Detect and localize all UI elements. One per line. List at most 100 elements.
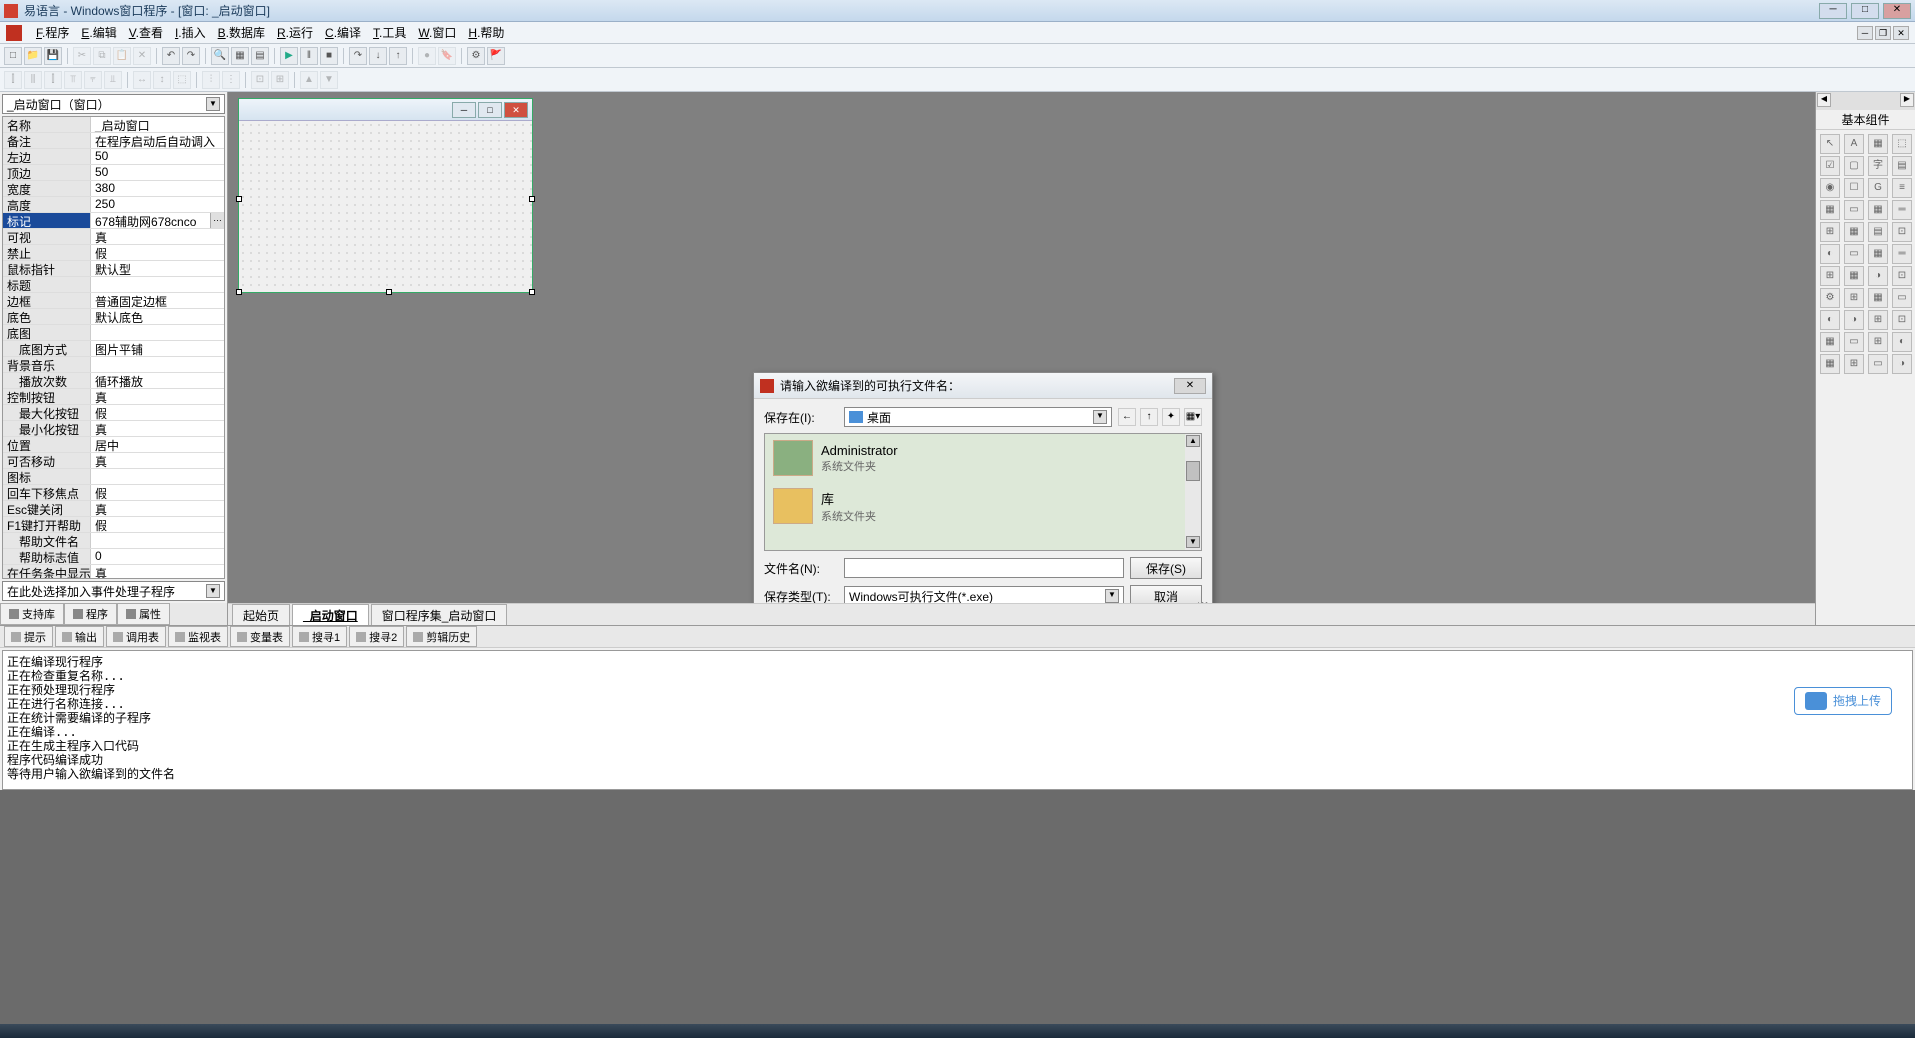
component-icon[interactable]: ◉ — [1820, 178, 1840, 198]
same-size-icon[interactable]: ⬚ — [173, 71, 191, 89]
minimize-button[interactable]: ─ — [1819, 3, 1847, 19]
resize-handle-se[interactable] — [529, 289, 535, 295]
component-icon[interactable]: ⊡ — [1892, 310, 1912, 330]
paste-icon[interactable]: 📋 — [113, 47, 131, 65]
align-bottom-icon[interactable]: ⫫ — [104, 71, 122, 89]
resize-handle-sw[interactable] — [236, 289, 242, 295]
property-value[interactable]: 居中 — [91, 437, 224, 452]
menu-item[interactable]: B.数据库 — [212, 22, 271, 43]
property-row[interactable]: 名称_启动窗口 — [3, 117, 224, 133]
compile-icon[interactable]: ⚙ — [467, 47, 485, 65]
back-button[interactable]: ← — [1118, 408, 1136, 426]
property-value[interactable]: 50 — [91, 149, 224, 164]
cut-icon[interactable]: ✂ — [73, 47, 91, 65]
output-tab[interactable]: 输出 — [55, 626, 104, 647]
property-row[interactable]: 标题 — [3, 277, 224, 293]
property-value[interactable]: 默认型 — [91, 261, 224, 276]
component-icon[interactable]: ▭ — [1892, 288, 1912, 308]
component-icon[interactable]: ⊞ — [1820, 222, 1840, 242]
form-body[interactable] — [239, 121, 532, 292]
menu-item[interactable]: V.查看 — [123, 22, 169, 43]
component-icon[interactable]: ═ — [1892, 244, 1912, 264]
property-value[interactable]: 假 — [91, 517, 224, 532]
component-icon[interactable]: ◐ — [1892, 332, 1912, 352]
design-form[interactable]: ─ □ ✕ — [238, 98, 533, 293]
center-v-icon[interactable]: ⊞ — [271, 71, 289, 89]
component-icon[interactable]: ▭ — [1844, 244, 1864, 264]
align-left-icon[interactable]: ⫿ — [4, 71, 22, 89]
align-center-icon[interactable]: ⫼ — [24, 71, 42, 89]
property-row[interactable]: 边框普通固定边框 — [3, 293, 224, 309]
component-icon[interactable]: ▦ — [1820, 332, 1840, 352]
scroll-thumb[interactable] — [1186, 461, 1200, 481]
filename-input[interactable] — [844, 558, 1124, 578]
align-right-icon[interactable]: ⫿ — [44, 71, 62, 89]
component-icon[interactable]: G — [1868, 178, 1888, 198]
property-row[interactable]: 底色默认底色 — [3, 309, 224, 325]
scrollbar[interactable]: ▲ ▼ — [1185, 434, 1201, 550]
menu-item[interactable]: R.运行 — [271, 22, 319, 43]
property-value[interactable]: 在程序启动后自动调入 — [91, 133, 224, 148]
component-icon[interactable]: ▦ — [1868, 244, 1888, 264]
property-row[interactable]: 控制按钮真 — [3, 389, 224, 405]
component-icon[interactable]: ▭ — [1868, 354, 1888, 374]
component-icon[interactable]: ▢ — [1844, 156, 1864, 176]
component-icon[interactable]: ═ — [1892, 200, 1912, 220]
scroll-left-icon[interactable]: ◀ — [1817, 93, 1831, 107]
property-row[interactable]: F1键打开帮助假 — [3, 517, 224, 533]
component-icon[interactable]: ◑ — [1892, 354, 1912, 374]
property-value[interactable]: 真 — [91, 229, 224, 244]
property-row[interactable]: 左边50 — [3, 149, 224, 165]
component-icon[interactable]: ⊞ — [1844, 354, 1864, 374]
redo-icon[interactable]: ↷ — [182, 47, 200, 65]
property-row[interactable]: 鼠标指针默认型 — [3, 261, 224, 277]
property-row[interactable]: 回车下移焦点假 — [3, 485, 224, 501]
property-value[interactable]: 假 — [91, 405, 224, 420]
component-icon[interactable]: ▤ — [1868, 222, 1888, 242]
component-icon[interactable]: ▦ — [1844, 266, 1864, 286]
menu-item[interactable]: E.编辑 — [75, 22, 122, 43]
property-value[interactable]: 循环播放 — [91, 373, 224, 388]
output-tab[interactable]: 搜寻1 — [292, 626, 347, 647]
property-value[interactable]: 真 — [91, 389, 224, 404]
file-item[interactable]: 库系统文件夹 — [765, 482, 1201, 530]
component-icon[interactable]: ⊡ — [1892, 266, 1912, 286]
up-folder-button[interactable]: ↑ — [1140, 408, 1158, 426]
component-icon[interactable]: ▭ — [1844, 200, 1864, 220]
property-grid[interactable]: 名称_启动窗口备注在程序启动后自动调入左边50顶边50宽度380高度250标记6… — [2, 116, 225, 579]
left-tab[interactable]: 属性 — [117, 603, 170, 625]
run-icon[interactable]: ▶ — [280, 47, 298, 65]
center-h-icon[interactable]: ⊡ — [251, 71, 269, 89]
new-folder-button[interactable]: ✦ — [1162, 408, 1180, 426]
step-into-icon[interactable]: ↓ — [369, 47, 387, 65]
property-value[interactable]: 普通固定边框 — [91, 293, 224, 308]
dialog-close-button[interactable]: ✕ — [1174, 378, 1206, 394]
output-tab[interactable]: 调用表 — [106, 626, 166, 647]
tool2-icon[interactable]: ▤ — [251, 47, 269, 65]
resize-handle-s[interactable] — [386, 289, 392, 295]
copy-icon[interactable]: ⧉ — [93, 47, 111, 65]
output-tab[interactable]: 搜寻2 — [349, 626, 404, 647]
resize-handle-e[interactable] — [529, 196, 535, 202]
property-value[interactable] — [91, 533, 224, 548]
property-row[interactable]: 图标 — [3, 469, 224, 485]
component-icon[interactable]: ◑ — [1868, 266, 1888, 286]
component-icon[interactable]: ▤ — [1892, 156, 1912, 176]
component-icon[interactable]: ⬚ — [1892, 134, 1912, 154]
output-tab[interactable]: 监视表 — [168, 626, 228, 647]
tool1-icon[interactable]: ▦ — [231, 47, 249, 65]
align-middle-icon[interactable]: ⫧ — [84, 71, 102, 89]
editor-tab[interactable]: 起始页 — [232, 604, 290, 625]
property-row[interactable]: 最小化按钮真 — [3, 421, 224, 437]
ellipsis-button[interactable]: … — [210, 213, 224, 228]
step-out-icon[interactable]: ↑ — [389, 47, 407, 65]
design-canvas[interactable]: ─ □ ✕ 请输入欲编译到的可执行文件名： ✕ 保存在(I): — [228, 92, 1815, 625]
open-icon[interactable]: 📁 — [24, 47, 42, 65]
save-icon[interactable]: 💾 — [44, 47, 62, 65]
property-row[interactable]: 帮助文件名 — [3, 533, 224, 549]
property-value[interactable]: 真 — [91, 565, 224, 579]
component-icon[interactable]: ⚙ — [1820, 288, 1840, 308]
property-row[interactable]: 可否移动真 — [3, 453, 224, 469]
property-row[interactable]: 顶边50 — [3, 165, 224, 181]
scroll-down-icon[interactable]: ▼ — [1186, 536, 1200, 548]
